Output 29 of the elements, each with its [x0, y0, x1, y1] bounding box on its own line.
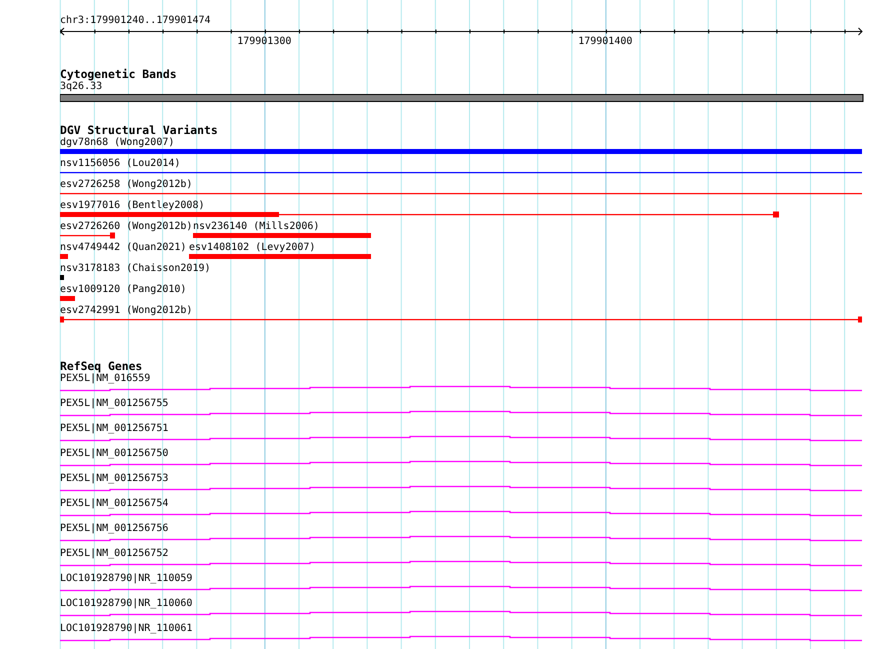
track-title: Cytogenetic Bands [60, 68, 177, 81]
gene-label: PEX5L|NM_001256750 [60, 448, 168, 460]
tick-label: 179901400 [578, 36, 632, 47]
variant-label: esv1977016 (Bentley2008) [60, 200, 204, 211]
variant-label: nsv4749442 (Quan2021) [60, 242, 186, 253]
track-title: DGV Structural Variants [60, 124, 218, 137]
track-title: RefSeq Genes [60, 360, 142, 373]
gene-label: PEX5L|NM_001256755 [60, 398, 168, 410]
gene-label: PEX5L|NM_001256756 [60, 523, 168, 535]
variant-label: esv1408102 (Levy2007) [189, 242, 316, 253]
gene-label: PEX5L|NM_001256754 [60, 498, 168, 510]
variant-label: esv2726260 (Wong2012b) [60, 221, 192, 232]
variant-label: esv2726258 (Wong2012b) [60, 179, 192, 190]
gene-label: PEX5L|NM_016559 [60, 373, 150, 385]
gene-label: LOC101928790|NR_110060 [60, 598, 192, 610]
variant-label: dgv78n68 (Wong2007) [60, 137, 174, 148]
variant-label: esv2742991 (Wong2012b) [60, 305, 192, 316]
tick-label: 179901300 [237, 36, 292, 47]
gene-label: LOC101928790|NR_110061 [60, 623, 192, 635]
gene-label: PEX5L|NM_001256753 [60, 473, 168, 485]
gene-label: PEX5L|NM_001256752 [60, 548, 168, 560]
variant-label: esv1009120 (Pang2010) [60, 284, 186, 295]
variant-label: nsv3178183 (Chaisson2019) [60, 263, 211, 274]
band-label: 3q26.33 [60, 81, 102, 93]
region-label: chr3:179901240..179901474 [60, 15, 211, 27]
gene-label: PEX5L|NM_001256751 [60, 423, 168, 435]
variant-label: nsv236140 (Mills2006) [193, 221, 320, 232]
gene-label: LOC101928790|NR_110059 [60, 573, 192, 585]
variant-label: nsv1156056 (Lou2014) [60, 158, 180, 169]
